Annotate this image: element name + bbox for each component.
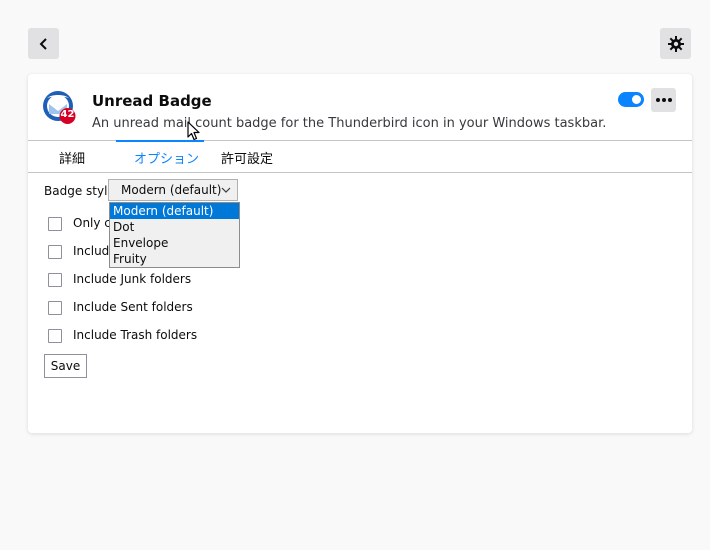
- extension-description: An unread mail count badge for the Thund…: [92, 116, 607, 131]
- toggle-knob: [632, 95, 641, 104]
- badge-style-label: Badge style: [44, 184, 115, 198]
- chevron-left-icon: [39, 37, 47, 50]
- more-horizontal-icon: [655, 98, 672, 102]
- extension-card: 42 Unread Badge An unread mail count bad…: [28, 74, 692, 433]
- chevron-down-icon: [221, 187, 231, 193]
- enable-toggle[interactable]: [618, 92, 644, 107]
- tab-permissions[interactable]: 許可設定: [221, 148, 273, 167]
- badge-style-value: Modern (default): [121, 183, 222, 197]
- more-options-button[interactable]: [651, 88, 676, 112]
- settings-button[interactable]: [660, 28, 691, 59]
- dropdown-option-envelope[interactable]: Envelope: [110, 235, 239, 251]
- tab-options[interactable]: オプション: [134, 148, 199, 167]
- checkbox-label-include-sent: Include Sent folders: [73, 300, 193, 314]
- dropdown-option-fruity[interactable]: Fruity: [110, 251, 239, 267]
- dropdown-option-dot[interactable]: Dot: [110, 219, 239, 235]
- thunderbird-icon: [43, 91, 76, 124]
- extension-name: Unread Badge: [92, 92, 212, 110]
- tabs-divider-bottom: [28, 172, 692, 173]
- checkbox-only-count[interactable]: [48, 217, 62, 231]
- tab-details[interactable]: 詳細: [59, 148, 85, 167]
- checkbox-label-include-trash: Include Trash folders: [73, 328, 198, 342]
- badge-style-dropdown: Modern (default) Dot Envelope Fruity: [109, 202, 240, 268]
- checkbox-include-junk[interactable]: [48, 273, 62, 287]
- checkbox-include-sent[interactable]: [48, 301, 62, 315]
- checkbox-include-trash[interactable]: [48, 329, 62, 343]
- dropdown-option-modern[interactable]: Modern (default): [110, 203, 239, 219]
- checkbox-include[interactable]: [48, 245, 62, 259]
- save-button[interactable]: Save: [44, 354, 87, 378]
- checkbox-label-include-junk: Include Junk folders: [73, 272, 192, 286]
- icon-badge-count: 42: [60, 109, 75, 120]
- back-button[interactable]: [28, 28, 59, 59]
- mouse-cursor-icon: [187, 121, 200, 141]
- gear-icon: [667, 35, 684, 52]
- badge-style-select[interactable]: Modern (default): [108, 179, 238, 201]
